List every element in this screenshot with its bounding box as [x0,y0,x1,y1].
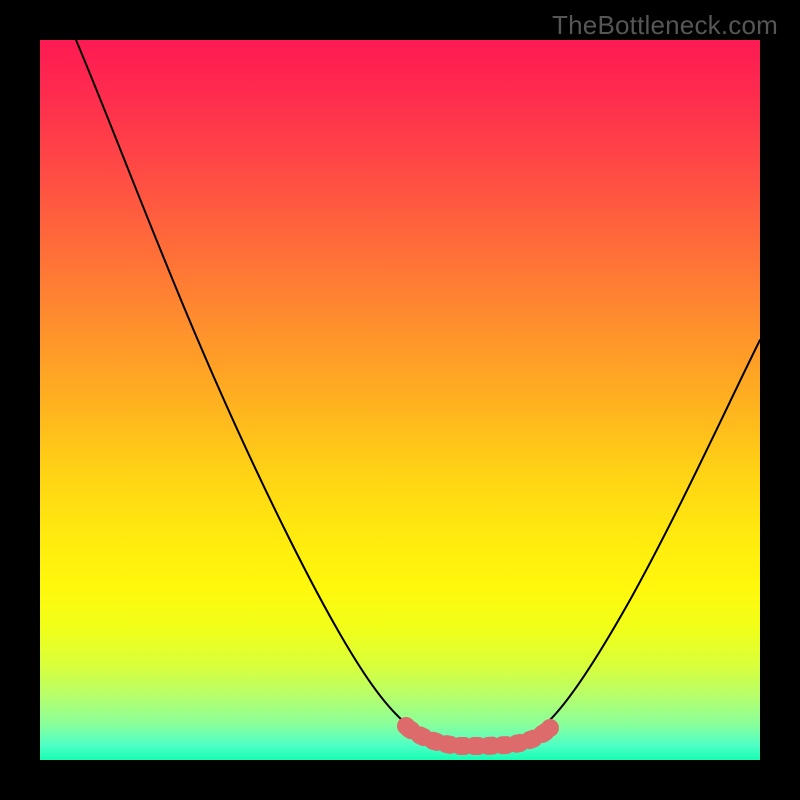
curve-path [76,40,760,742]
highlight-dot-right [541,719,559,737]
chart-frame: TheBottleneck.com [0,0,800,800]
watermark-text: TheBottleneck.com [552,10,778,41]
plot-area [40,40,760,760]
chart-svg [40,40,760,760]
highlight-dot-left [397,717,415,735]
highlight-path [408,728,548,746]
